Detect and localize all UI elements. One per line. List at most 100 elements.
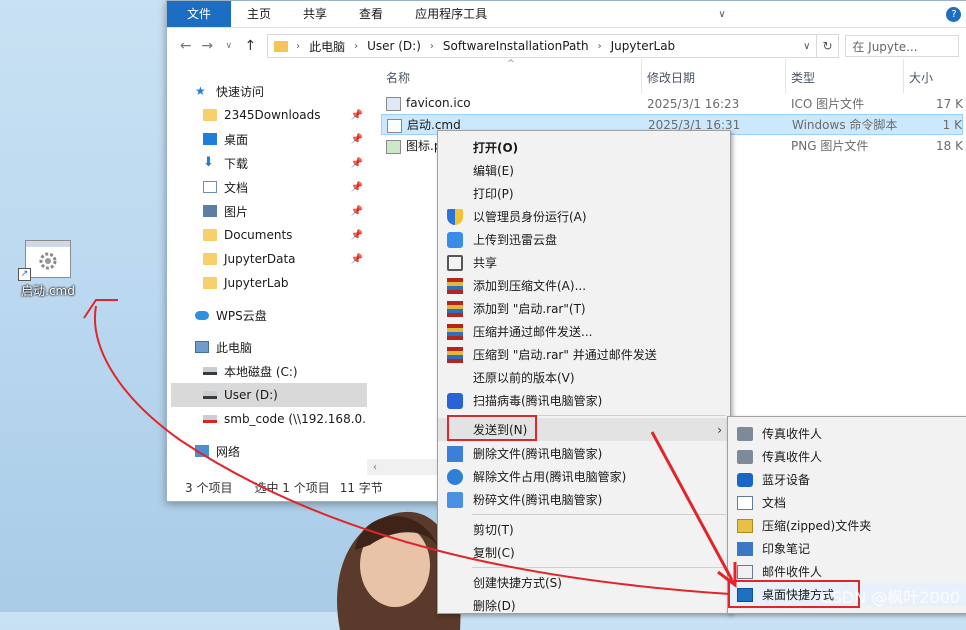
menu-compress-email[interactable]: 压缩并通过邮件发送... [438, 320, 730, 343]
menu-add-rar[interactable]: 添加到 "启动.rar"(T) [438, 297, 730, 320]
watermark: CSDN @枫叶2000 [820, 588, 960, 607]
sendto-fax-1[interactable]: 传真收件人 [728, 422, 966, 445]
forward-button[interactable]: → [197, 38, 219, 54]
back-button[interactable]: ← [175, 38, 197, 54]
menu-share[interactable]: 共享 [438, 251, 730, 274]
recent-dropdown-icon[interactable]: ∨ [218, 41, 240, 51]
menu-label: 复制(C) [473, 546, 515, 560]
blank-icon [447, 186, 463, 202]
chevron-right-icon[interactable]: › [598, 41, 602, 52]
crumb-drive[interactable]: User (D:) [367, 39, 421, 53]
nav-item-wps[interactable]: WPS云盘 [171, 303, 367, 327]
menu-label: 剪切(T) [473, 523, 514, 537]
chevron-right-icon[interactable]: › [430, 41, 434, 52]
sendto-zip[interactable]: 压缩(zipped)文件夹 [728, 514, 966, 537]
up-button[interactable]: ↑ [240, 38, 262, 54]
menu-cut[interactable]: 剪切(T) [438, 518, 730, 541]
blank-icon [447, 370, 463, 386]
file-size: 1 K [942, 117, 962, 132]
nav-item-network[interactable]: 网络 [171, 439, 367, 463]
sendto-documents[interactable]: 文档 [728, 491, 966, 514]
menu-unlock-file[interactable]: 解除文件占用(腾讯电脑管家) [438, 465, 730, 488]
tencent-delete-icon [447, 445, 463, 462]
nav-item-documents[interactable]: Documents 📌 [171, 223, 367, 247]
nav-item-drive-c[interactable]: 本地磁盘 (C:) [171, 359, 367, 383]
menu-label: 删除(D) [473, 599, 516, 613]
nav-item-pictures[interactable]: 图片 📌 [171, 199, 367, 223]
crumb-this-pc[interactable]: 此电脑 [309, 38, 345, 55]
nav-label: WPS云盘 [216, 308, 267, 323]
menu-label: 解除文件占用(腾讯电脑管家) [473, 470, 627, 484]
menu-label: 打印(P) [473, 187, 514, 201]
column-header: ^ 名称 修改日期 类型 大小 [381, 59, 966, 93]
desktop-icon [203, 133, 217, 145]
chevron-right-icon[interactable]: › [354, 41, 358, 52]
sendto-bluetooth[interactable]: 蓝牙设备 [728, 468, 966, 491]
winrar-icon [447, 300, 463, 317]
tab-file[interactable]: 文件 [167, 1, 232, 27]
nav-item-documents-cn[interactable]: 文档 📌 [171, 175, 367, 199]
menu-compress-rar-email[interactable]: 压缩到 "启动.rar" 并通过邮件发送 [438, 343, 730, 366]
collapse-ribbon-icon[interactable]: ∨ [712, 1, 732, 27]
menu-create-shortcut[interactable]: 创建快捷方式(S) [438, 571, 730, 594]
document-icon [737, 495, 753, 510]
help-icon: ? [946, 6, 962, 22]
menu-label: 添加到 "启动.rar"(T) [473, 302, 586, 316]
menu-print[interactable]: 打印(P) [438, 182, 730, 205]
col-size[interactable]: 大小 [904, 59, 966, 93]
horizontal-scrollbar[interactable]: ‹ [367, 459, 437, 475]
menu-shred-file[interactable]: 粉碎文件(腾讯电脑管家) [438, 488, 730, 511]
menu-restore-versions[interactable]: 还原以前的版本(V) [438, 366, 730, 389]
menu-label: 以管理员身份运行(A) [473, 210, 587, 224]
nav-item-2345downloads[interactable]: 2345Downloads 📌 [171, 103, 367, 127]
col-date[interactable]: 修改日期 [642, 59, 786, 93]
evernote-icon [737, 541, 753, 556]
tab-home[interactable]: 主页 [231, 1, 287, 27]
blank-icon [447, 575, 463, 591]
help-button[interactable]: ? [941, 1, 966, 27]
menu-delete-tencent[interactable]: 删除文件(腾讯电脑管家) [438, 442, 730, 465]
menu-delete[interactable]: 删除(D) [438, 594, 730, 617]
nav-label: smb_code (\\192.168.0.1 [224, 412, 367, 426]
search-input[interactable]: 在 Jupyte... [845, 35, 959, 57]
menu-edit[interactable]: 编辑(E) [438, 159, 730, 182]
address-bar[interactable]: › 此电脑 › User (D:) › SoftwareInstallation… [267, 34, 817, 58]
blank-icon [447, 545, 463, 561]
tab-app-tools[interactable]: 应用程序工具 [399, 1, 503, 27]
nav-item-drive-d[interactable]: User (D:) [171, 383, 367, 407]
sendto-evernote[interactable]: 印象笔记 [728, 537, 966, 560]
file-type: PNG 图片文件 [791, 139, 869, 153]
status-size: 11 字节 [339, 481, 383, 495]
col-type[interactable]: 类型 [786, 59, 904, 93]
nav-item-this-pc[interactable]: 此电脑 [171, 335, 367, 359]
tab-view[interactable]: 查看 [343, 1, 399, 27]
menu-scan-virus[interactable]: 扫描病毒(腾讯电脑管家) [438, 389, 730, 412]
tencent-guard-icon [447, 392, 463, 409]
status-bar: 3 个项目 选中 1 个项目 11 字节 [185, 479, 383, 496]
menu-label: 添加到压缩文件(A)... [473, 279, 587, 293]
nav-quick-access[interactable]: ★ 快速访问 [171, 79, 367, 103]
menu-upload-xunlei[interactable]: 上传到迅雷云盘 [438, 228, 730, 251]
menu-run-as-admin[interactable]: 以管理员身份运行(A) [438, 205, 730, 228]
tab-share[interactable]: 共享 [287, 1, 343, 27]
nav-item-jupyterdata[interactable]: JupyterData 📌 [171, 247, 367, 271]
nav-item-smb[interactable]: smb_code (\\192.168.0.1 [171, 407, 367, 431]
nav-item-jupyterlab[interactable]: JupyterLab [171, 271, 367, 295]
crumb-current[interactable]: JupyterLab [611, 39, 676, 53]
nav-item-downloads[interactable]: ⬇ 下载 📌 [171, 151, 367, 175]
menu-open[interactable]: 打开(O) [438, 136, 730, 159]
nav-item-desktop[interactable]: 桌面 📌 [171, 127, 367, 151]
crumb-folder[interactable]: SoftwareInstallationPath [443, 39, 589, 53]
chevron-right-icon[interactable]: › [296, 41, 300, 52]
address-dropdown-icon[interactable]: ∨ [798, 41, 816, 52]
refresh-button[interactable]: ↻ [816, 34, 840, 58]
menu-label: 印象笔记 [762, 542, 811, 556]
file-size: 17 K [936, 96, 963, 111]
menu-add-archive[interactable]: 添加到压缩文件(A)... [438, 274, 730, 297]
menu-copy[interactable]: 复制(C) [438, 541, 730, 564]
drive-icon [203, 391, 217, 399]
sendto-fax-2[interactable]: 传真收件人 [728, 445, 966, 468]
scroll-left-icon[interactable]: ‹ [367, 462, 377, 473]
file-row[interactable]: favicon.ico 2025/3/1 16:23 ICO 图片文件 17 K [381, 93, 966, 114]
desktop-shortcut[interactable]: ↗ 启动.cmd [14, 240, 82, 299]
